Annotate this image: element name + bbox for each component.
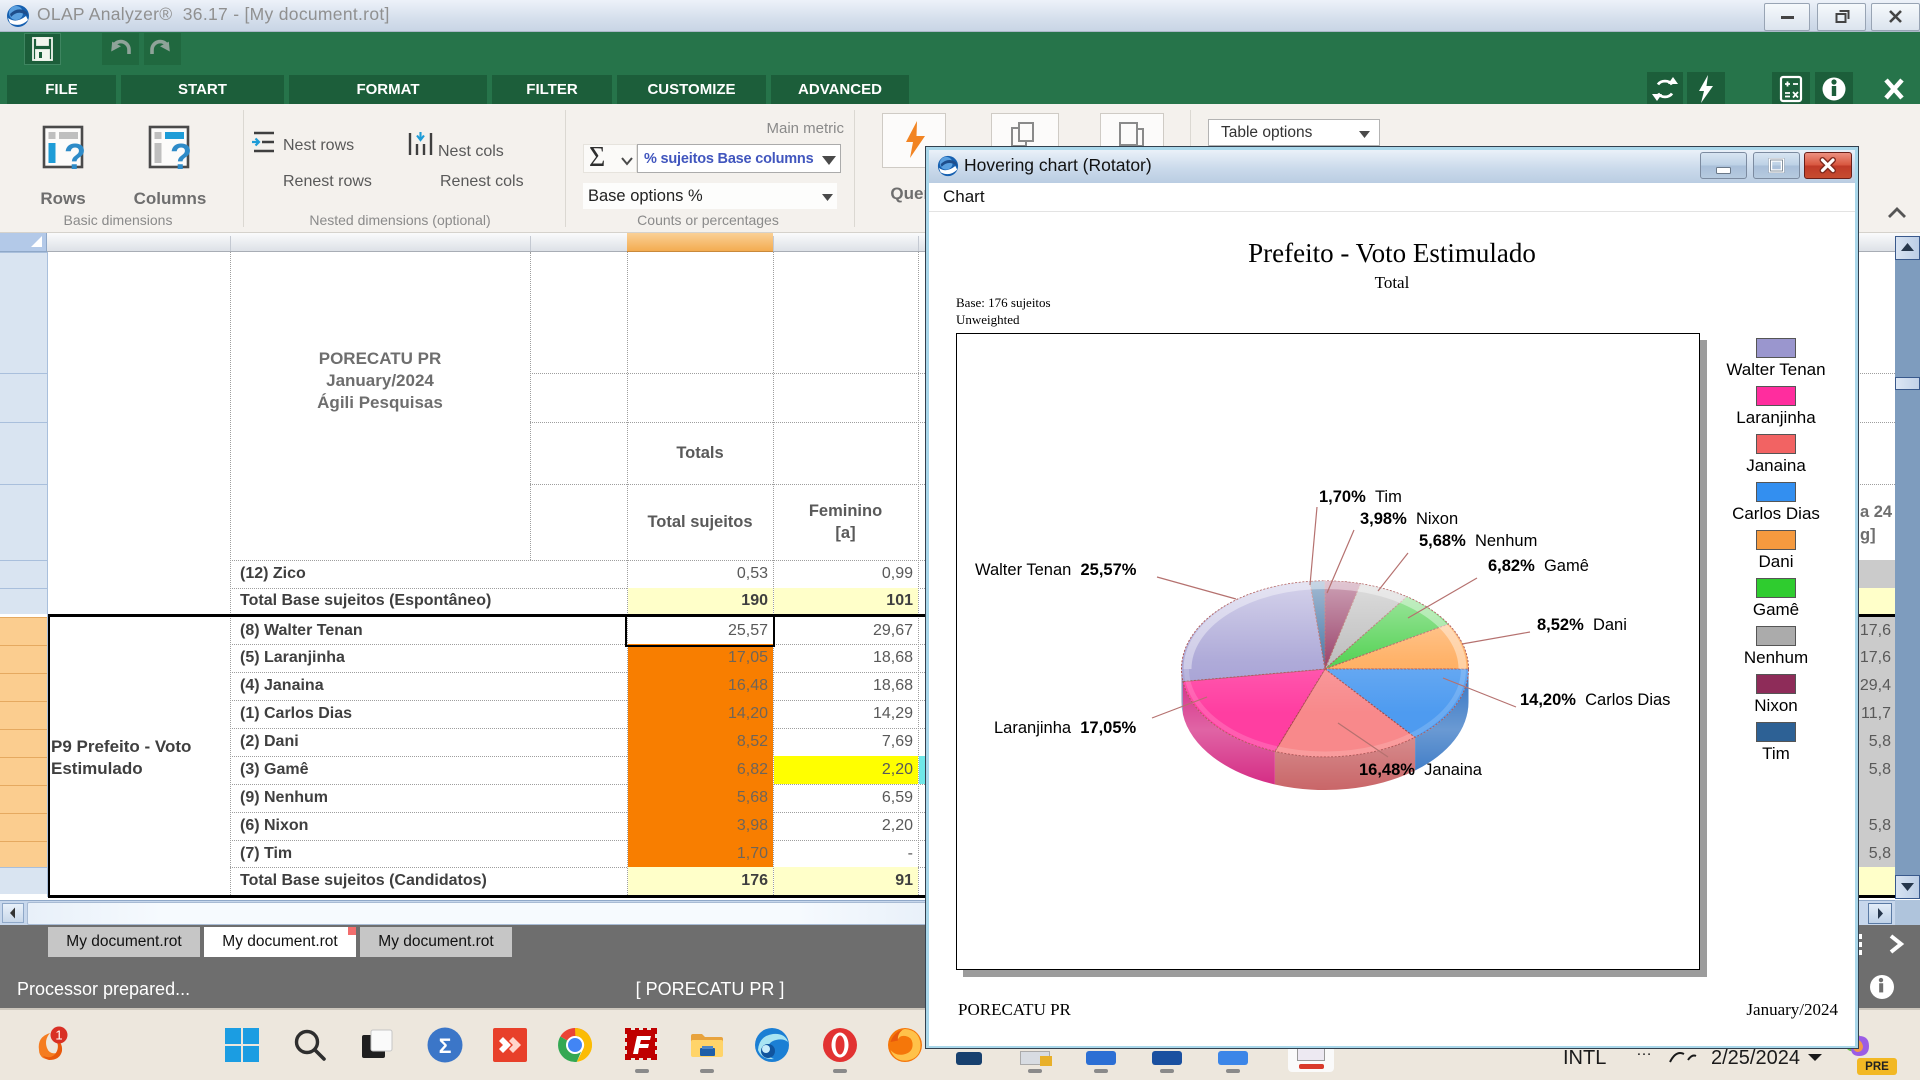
svg-text:1: 1 — [55, 1028, 62, 1043]
svg-text:?: ? — [170, 136, 192, 175]
svg-text:Σ: Σ — [439, 1035, 452, 1058]
svg-text:?: ? — [64, 136, 86, 175]
